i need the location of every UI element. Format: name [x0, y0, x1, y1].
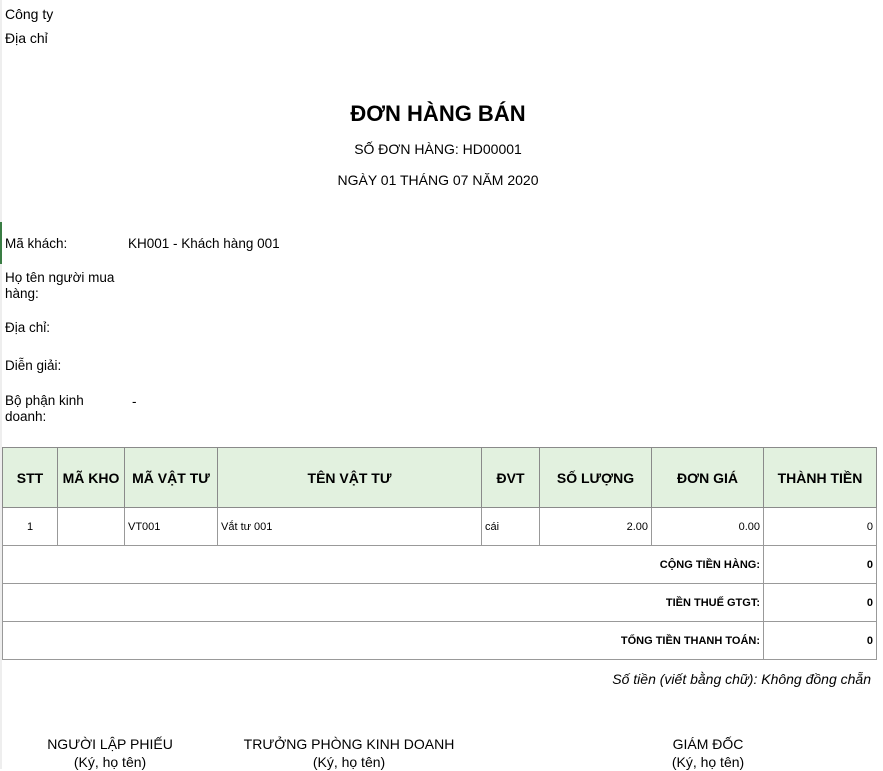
signature-sales-manager-title: TRƯỞNG PHÒNG KINH DOANH	[243, 736, 455, 752]
sales-department-label: Bộ phận kinh doanh:	[5, 393, 84, 424]
cell-unit: cái	[481, 507, 540, 546]
order-number: SỐ ĐƠN HÀNG: HD00001	[354, 141, 522, 157]
cell-warehouse	[57, 507, 125, 546]
buyer-name-label: Họ tên người mua hàng:	[5, 270, 115, 301]
col-header-stt: STT	[2, 447, 58, 508]
cell-amount: 0	[763, 507, 877, 546]
col-header-item-name: TÊN VẬT TƯ	[217, 447, 482, 508]
signature-sales-manager: TRƯỞNG PHÒNG KINH DOANH (Ký, họ tên)	[229, 735, 469, 771]
vat-label: TIỀN THUẾ GTGT:	[2, 583, 764, 622]
address-label: Địa chỉ:	[5, 320, 51, 335]
signature-preparer: NGƯỜI LẬP PHIẾU (Ký, họ tên)	[0, 735, 230, 771]
col-header-quantity: SỐ LƯỢNG	[539, 447, 652, 508]
signature-director-note: (Ký, họ tên)	[671, 754, 745, 770]
company-address-label: Địa chỉ	[5, 30, 48, 46]
col-header-warehouse: MÃ KHO	[57, 447, 125, 508]
company-name-label: Công ty	[5, 6, 54, 22]
cell-stt: 1	[2, 507, 58, 546]
cell-unit-price: 0.00	[651, 507, 764, 546]
grand-total-value: 0	[763, 621, 877, 660]
total-row-subtotal: CỘNG TIỀN HÀNG: 0	[2, 545, 877, 584]
order-date: NGÀY 01 THÁNG 07 NĂM 2020	[337, 172, 539, 188]
amount-in-words: Số tiền (viết bằng chữ): Không đồng chẵn	[612, 671, 871, 687]
table-row: 1 VT001 Vắt tư 001 cái 2.00 0.00 0	[2, 507, 877, 546]
document-title: ĐƠN HÀNG BÁN	[350, 101, 526, 126]
vat-value: 0	[763, 583, 877, 622]
customer-code-value: KH001 - Khách hàng 001	[128, 236, 280, 251]
col-header-amount: THÀNH TIỀN	[763, 447, 877, 508]
signature-sales-manager-note: (Ký, họ tên)	[312, 754, 386, 770]
subtotal-value: 0	[763, 545, 877, 584]
signature-preparer-note: (Ký, họ tên)	[73, 754, 147, 770]
subtotal-label: CỘNG TIỀN HÀNG:	[2, 545, 764, 584]
col-header-unit: ĐVT	[481, 447, 540, 508]
cell-item-name: Vắt tư 001	[217, 507, 482, 546]
order-items-table: STT MÃ KHO MÃ VẬT TƯ TÊN VẬT TƯ ĐVT SỐ L…	[2, 447, 877, 660]
active-cell-marker	[0, 222, 2, 264]
customer-code-label: Mã khách:	[5, 236, 68, 251]
total-row-vat: TIỀN THUẾ GTGT: 0	[2, 583, 877, 622]
sales-order-document: Công ty Địa chỉ ĐƠN HÀNG BÁN SỐ ĐƠN HÀNG…	[0, 0, 883, 771]
cell-quantity: 2.00	[539, 507, 652, 546]
signature-director: GIÁM ĐỐC (Ký, họ tên)	[588, 735, 828, 771]
description-label: Diễn giải:	[5, 358, 62, 373]
signature-preparer-title: NGƯỜI LẬP PHIẾU	[47, 736, 173, 752]
cell-item-code: VT001	[124, 507, 218, 546]
sales-department-value: -	[132, 394, 137, 409]
grand-total-label: TỔNG TIỀN THANH TOÁN:	[2, 621, 764, 660]
col-header-unit-price: ĐƠN GIÁ	[651, 447, 764, 508]
total-row-grand: TỔNG TIỀN THANH TOÁN: 0	[2, 621, 877, 660]
table-header-row: STT MÃ KHO MÃ VẬT TƯ TÊN VẬT TƯ ĐVT SỐ L…	[2, 447, 877, 508]
signature-director-title: GIÁM ĐỐC	[672, 736, 744, 752]
col-header-item-code: MÃ VẬT TƯ	[124, 447, 218, 508]
